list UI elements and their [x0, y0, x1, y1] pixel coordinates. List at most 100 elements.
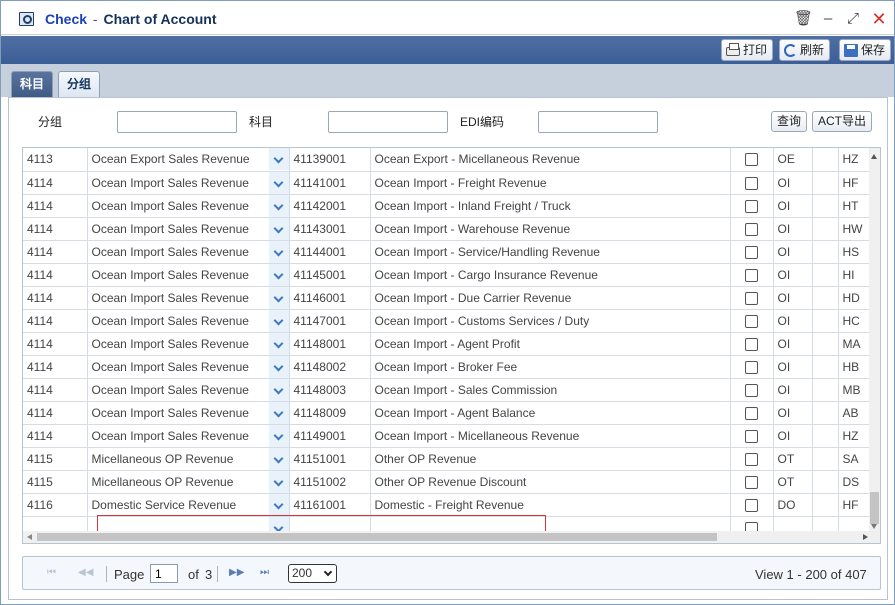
account-code-cell[interactable]: 41161001 — [289, 493, 371, 517]
group-code-cell[interactable]: 4114 — [23, 194, 88, 218]
type-code-cell[interactable]: OI — [773, 240, 813, 264]
scroll-down-icon[interactable] — [871, 524, 877, 529]
tab-groups[interactable]: 分组 — [58, 71, 101, 97]
account-name-cell[interactable]: Ocean Import - Sales Commission — [370, 378, 731, 402]
save-button[interactable]: 保存 — [839, 39, 892, 61]
chevron-down-icon[interactable] — [268, 263, 288, 285]
group-code-cell[interactable]: 4115 — [23, 470, 88, 494]
row-checkbox[interactable] — [745, 429, 758, 443]
vertical-scrollbar[interactable] — [869, 148, 880, 532]
account-code-cell[interactable]: 41148001 — [289, 332, 371, 356]
row-checkbox[interactable] — [745, 222, 758, 236]
row-checkbox[interactable] — [745, 314, 758, 328]
group-code-cell[interactable]: 4114 — [23, 355, 88, 379]
spacer-cell[interactable] — [812, 171, 839, 195]
maximize-icon[interactable]: ⤢ — [844, 10, 862, 28]
trash-icon[interactable]: 🗑 — [794, 10, 813, 28]
group-code-cell[interactable]: 4114 — [23, 424, 88, 448]
account-code-cell[interactable]: 41145001 — [289, 263, 371, 287]
spacer-cell[interactable] — [812, 378, 839, 402]
horizontal-scrollbar[interactable] — [23, 531, 880, 543]
edi-code-cell[interactable]: AB — [838, 401, 871, 425]
type-code-cell[interactable]: OI — [773, 194, 813, 218]
type-code-cell[interactable]: OI — [773, 332, 813, 356]
table-row[interactable]: 4114 Ocean Import Sales Revenue 41149001 Oc… — [23, 424, 871, 448]
spacer-cell[interactable] — [812, 447, 839, 471]
account-name-cell[interactable]: Ocean Import - Customs Services / Duty — [370, 309, 731, 333]
spacer-cell[interactable] — [812, 263, 839, 287]
table-row[interactable]: 4114 Ocean Import Sales Revenue 41148009 Oc… — [23, 401, 871, 425]
horizontal-scroll-thumb[interactable] — [37, 533, 717, 541]
account-code-cell[interactable]: 41148002 — [289, 355, 371, 379]
account-name-cell[interactable]: Ocean Import - Agent Profit — [370, 332, 731, 356]
type-code-cell[interactable]: OT — [773, 470, 813, 494]
type-code-cell[interactable]: OI — [773, 424, 813, 448]
row-checkbox[interactable] — [745, 176, 758, 190]
page-number-input[interactable] — [150, 564, 178, 583]
checkbox-cell[interactable] — [730, 263, 774, 287]
type-code-cell[interactable]: DO — [773, 493, 813, 517]
group-code-cell[interactable]: 4114 — [23, 332, 88, 356]
vertical-scroll-thumb[interactable] — [870, 492, 879, 524]
spacer-cell[interactable] — [812, 493, 839, 517]
chevron-down-icon[interactable] — [268, 447, 288, 469]
checkbox-cell[interactable] — [730, 447, 774, 471]
group-name-cell[interactable]: Ocean Export Sales Revenue — [87, 148, 290, 172]
spacer-cell[interactable] — [812, 424, 839, 448]
account-code-cell[interactable]: 41139001 — [289, 148, 371, 172]
account-code-cell[interactable]: 41151001 — [289, 447, 371, 471]
group-code-cell[interactable]: 4114 — [23, 309, 88, 333]
refresh-button[interactable]: 刷新 — [779, 39, 831, 61]
edi-code-cell[interactable]: MB — [838, 378, 871, 402]
edi-code-cell[interactable]: HD — [838, 286, 871, 310]
table-row[interactable]: 4114 Ocean Import Sales Revenue 41143001 Oc… — [23, 217, 871, 241]
edi-code-cell[interactable]: SA — [838, 447, 871, 471]
checkbox-cell[interactable] — [730, 470, 774, 494]
checkbox-cell[interactable] — [730, 309, 774, 333]
table-row[interactable]: 4114 Ocean Import Sales Revenue 41145001 Oc… — [23, 263, 871, 287]
checkbox-cell[interactable] — [730, 355, 774, 379]
edi-code-cell[interactable]: HF — [838, 493, 871, 517]
group-code-cell[interactable]: 4115 — [23, 447, 88, 471]
edi-code-cell[interactable]: HC — [838, 309, 871, 333]
chevron-down-icon[interactable] — [268, 401, 288, 423]
query-button[interactable]: 查询 — [771, 111, 808, 132]
spacer-cell[interactable] — [812, 355, 839, 379]
chevron-down-icon[interactable] — [268, 378, 288, 400]
chevron-down-icon[interactable] — [268, 171, 288, 193]
checkbox-cell[interactable] — [730, 424, 774, 448]
checkbox-cell[interactable] — [730, 286, 774, 310]
table-row[interactable]: 4114 Ocean Import Sales Revenue 41142001 Oc… — [23, 194, 871, 218]
edi-code-cell[interactable]: HZ — [838, 424, 871, 448]
account-name-cell[interactable]: Ocean Import - Cargo Insurance Revenue — [370, 263, 731, 287]
row-checkbox[interactable] — [745, 245, 758, 259]
account-code-cell[interactable]: 41148003 — [289, 378, 371, 402]
group-name-cell[interactable]: Ocean Import Sales Revenue — [87, 263, 290, 287]
table-row[interactable]: 4115 Micellaneous OP Revenue 41151002 Other… — [23, 470, 871, 494]
chevron-down-icon[interactable] — [268, 309, 288, 331]
row-checkbox[interactable] — [745, 452, 758, 466]
edi-code-cell[interactable]: HZ — [838, 148, 871, 172]
chevron-down-icon[interactable] — [268, 240, 288, 262]
type-code-cell[interactable]: OI — [773, 171, 813, 195]
account-name-cell[interactable]: Ocean Import - Due Carrier Revenue — [370, 286, 731, 310]
chevron-down-icon[interactable] — [268, 470, 288, 492]
account-name-cell[interactable]: Ocean Import - Broker Fee — [370, 355, 731, 379]
account-code-cell[interactable]: 41148009 — [289, 401, 371, 425]
edi-code-cell[interactable]: HF — [838, 171, 871, 195]
checkbox-cell[interactable] — [730, 148, 774, 172]
type-code-cell[interactable]: OI — [773, 286, 813, 310]
spacer-cell[interactable] — [812, 470, 839, 494]
row-checkbox[interactable] — [745, 199, 758, 213]
table-row[interactable]: 4114 Ocean Import Sales Revenue 41144001 Oc… — [23, 240, 871, 264]
account-code-cell[interactable]: 41149001 — [289, 424, 371, 448]
table-row[interactable]: 4114 Ocean Import Sales Revenue 41148002 Oc… — [23, 355, 871, 379]
group-name-cell[interactable]: Ocean Import Sales Revenue — [87, 332, 290, 356]
scroll-up-icon[interactable] — [871, 154, 877, 159]
account-code-cell[interactable]: 41151002 — [289, 470, 371, 494]
group-code-cell[interactable]: 4114 — [23, 378, 88, 402]
chevron-down-icon[interactable] — [268, 217, 288, 239]
account-name-cell[interactable]: Other OP Revenue Discount — [370, 470, 731, 494]
group-name-cell[interactable]: Ocean Import Sales Revenue — [87, 378, 290, 402]
row-checkbox[interactable] — [745, 291, 758, 305]
